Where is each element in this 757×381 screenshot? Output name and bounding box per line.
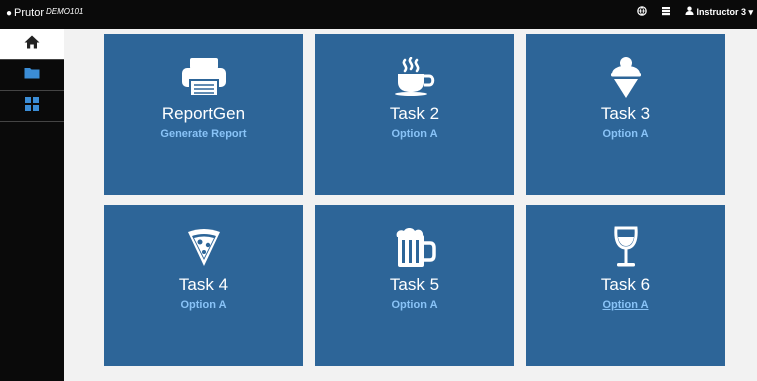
globe-icon[interactable] — [637, 6, 647, 18]
tile-title: Task 2 — [389, 104, 440, 123]
tile-task-2[interactable]: Task 2 Option A — [315, 34, 514, 195]
tile-subtitle[interactable]: Generate Report — [104, 128, 303, 140]
course-code: DEMO101 — [46, 7, 84, 16]
map-marker-icon: ● — [6, 8, 13, 19]
tile-subtitle[interactable]: Option A — [315, 299, 514, 311]
tile-subtitle[interactable]: Option A — [526, 128, 725, 140]
tile-task-5[interactable]: Task 5 Option A — [315, 205, 514, 366]
caret-down-icon: ▾ — [748, 7, 753, 17]
pizza-slice-icon — [104, 225, 303, 271]
sidebar-item-home[interactable] — [0, 29, 64, 60]
tile-task-4[interactable]: Task 4 Option A — [104, 205, 303, 366]
wine-glass-icon — [526, 225, 725, 271]
tile-task-6[interactable]: Task 6 Option A — [526, 205, 725, 366]
user-menu[interactable]: Instructor 3 ▾ — [685, 6, 753, 18]
tile-reportgen[interactable]: ReportGen Generate Report — [104, 34, 303, 195]
tile-subtitle[interactable]: Option A — [315, 128, 514, 140]
brand-name: Prutor — [14, 7, 45, 19]
tile-title: Task 5 — [389, 275, 440, 294]
brand[interactable]: ● Prutor DEMO101 — [6, 7, 83, 19]
tile-title: Task 6 — [600, 275, 651, 294]
printer-icon — [104, 54, 303, 100]
tile-title: Task 4 — [178, 275, 229, 294]
tile-title: Task 3 — [600, 104, 651, 123]
sidebar-item-dashboard[interactable] — [0, 91, 64, 122]
top-navbar: ● Prutor DEMO101 Instructor 3 ▾ — [0, 0, 757, 29]
folder-icon — [24, 66, 40, 84]
ice-cream-icon — [526, 54, 725, 100]
server-icon[interactable] — [661, 6, 671, 18]
tile-subtitle[interactable]: Option A — [104, 299, 303, 311]
beer-mug-icon — [315, 225, 514, 271]
user-name: Instructor 3 — [696, 7, 746, 17]
sidebar-item-folder[interactable] — [0, 60, 64, 91]
user-icon — [685, 6, 697, 17]
tile-subtitle[interactable]: Option A — [526, 299, 725, 311]
tile-task-3[interactable]: Task 3 Option A — [526, 34, 725, 195]
home-icon — [24, 35, 40, 54]
main-content: ReportGen Generate Report Task 2 Option … — [64, 29, 757, 381]
sidebar — [0, 29, 64, 381]
grid-icon — [25, 96, 39, 116]
coffee-cup-icon — [315, 54, 514, 100]
tile-title: ReportGen — [161, 104, 246, 123]
